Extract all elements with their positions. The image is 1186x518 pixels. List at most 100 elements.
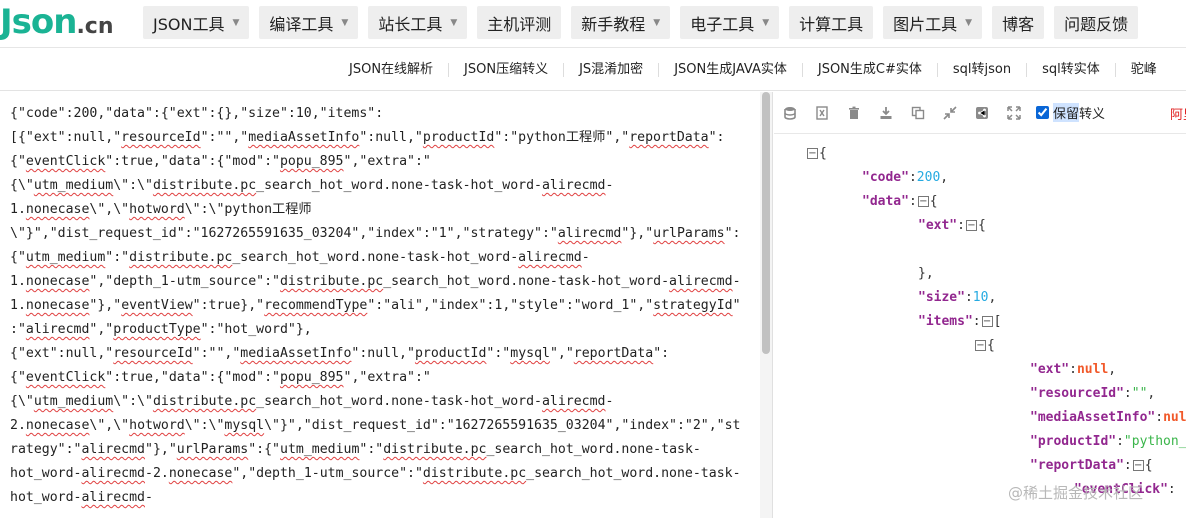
nav-item-7[interactable]: 图片工具 ▼	[883, 6, 983, 39]
tree-punct: :	[1069, 362, 1077, 377]
keep-escape-label-a: 保留	[1053, 103, 1080, 122]
tree-value: 10	[972, 290, 989, 305]
tree-row: "ext":null,	[1030, 360, 1116, 380]
collapse-toggle-icon[interactable]: −	[981, 316, 993, 327]
nav-item-label: 电子工具	[690, 14, 755, 34]
tree-value: "python_	[1123, 434, 1186, 449]
nav-item-3[interactable]: 主机评测	[477, 6, 562, 39]
sub-nav-link-1[interactable]: JSON压缩转义	[449, 63, 565, 77]
raw-json-editor[interactable]: {"code":200,"data":{"ext":{},"size":10,"…	[10, 102, 752, 510]
tree-row: −{	[806, 144, 827, 164]
tree-punct: :	[957, 218, 965, 233]
tree-key: "ext"	[1030, 362, 1070, 377]
tree-value: ""	[1131, 386, 1148, 401]
chevron-down-icon: ▼	[762, 17, 770, 28]
tree-punct: :	[1167, 482, 1176, 497]
nav-item-label: 问题反馈	[1064, 14, 1129, 34]
tree-row: "code":200,	[862, 168, 948, 188]
sub-nav-link-0[interactable]: JSON在线解析	[334, 63, 450, 77]
share-icon[interactable]	[966, 100, 998, 126]
nav-item-4[interactable]: 新手教程 ▼	[571, 6, 671, 39]
chevron-down-icon: ▼	[232, 17, 240, 28]
collapse-toggle-icon[interactable]: −	[807, 148, 818, 159]
nav-item-2[interactable]: 站长工具 ▼	[368, 6, 468, 39]
editor-scroll-thumb[interactable]	[762, 92, 770, 354]
tree-row: "productId":"python_	[1030, 432, 1186, 452]
tree-punct: {	[987, 338, 995, 353]
ad-link[interactable]: 阿里	[1170, 104, 1186, 123]
keep-escape-option[interactable]: 保留 转义	[1036, 103, 1105, 122]
tree-row: "ext": −{	[918, 216, 986, 236]
trash-icon[interactable]	[838, 100, 870, 126]
tree-punct: :	[908, 170, 917, 185]
tree-punct: ,	[1147, 386, 1156, 401]
nav-item-label: 主机评测	[487, 14, 552, 34]
keep-escape-checkbox[interactable]	[1036, 106, 1049, 119]
copy-icon[interactable]	[902, 100, 934, 126]
tree-row: "items": −[	[918, 312, 1001, 332]
sub-nav-link-2[interactable]: JS混淆加密	[564, 63, 660, 77]
raw-json-panel: {"code":200,"data":{"ext":{},"size":10,"…	[0, 92, 773, 518]
nav-item-6[interactable]: 计算工具	[789, 6, 874, 39]
top-nav: Json.cn JSON工具 ▼ 编译工具 ▼ 站长工具 ▼ 主机评测 新手教程 ▼ 电子工具 ▼ 计…	[0, 0, 1186, 48]
sub-nav-list: JSON在线解析 JSON压缩转义 JS混淆加密 JSON生成JAVA实体 JSON生成…	[334, 49, 1172, 91]
collapse-toggle-icon[interactable]: −	[1132, 460, 1144, 471]
tree-punct: :	[1155, 410, 1164, 425]
tree-key: "data"	[862, 194, 909, 209]
chevron-down-icon: ▼	[450, 17, 458, 28]
viewer-toolbar: 保留转义 阿里	[774, 92, 1186, 134]
nav-item-label: 编译工具	[269, 14, 334, 34]
tree-key: "productId"	[1030, 434, 1117, 449]
tree-key: "items"	[918, 314, 973, 329]
tree-key: "resourceId"	[1030, 386, 1124, 401]
tree-row: },	[918, 264, 934, 284]
json-tree-view: −{"code":200, "data": −{"ext": −{}, "size":1…	[774, 134, 1186, 518]
chevron-down-icon: ▼	[341, 17, 349, 28]
download-icon[interactable]	[870, 100, 902, 126]
formatted-json-panel: 保留转义 阿里 −{"code":200,"data":−{"ext":−{},…	[774, 92, 1186, 518]
tree-row: "reportData": −{	[1030, 456, 1153, 476]
sub-nav-link-5[interactable]: sql转json	[938, 63, 1028, 77]
nav-item-label: JSON工具	[153, 14, 225, 34]
nav-item-0[interactable]: JSON工具 ▼	[143, 6, 250, 39]
excel-icon[interactable]	[806, 100, 838, 126]
database-icon[interactable]	[774, 100, 806, 126]
sub-nav-link-7[interactable]: 驼峰	[1116, 63, 1172, 77]
keep-escape-label-b: 转义	[1079, 107, 1106, 122]
nav-item-label: 博客	[1002, 14, 1035, 34]
nav-item-8[interactable]: 博客	[992, 6, 1045, 39]
expand-icon[interactable]	[998, 100, 1030, 126]
watermark: @稀土掘金技术社区	[1008, 484, 1144, 502]
compress-icon[interactable]	[934, 100, 966, 126]
logo-suffix: .cn	[76, 14, 114, 39]
tree-punct: :	[908, 194, 917, 209]
main-menu: JSON工具 ▼ 编译工具 ▼ 站长工具 ▼ 主机评测 新手教程 ▼ 电子工具 ▼ 计算工具 图片工具 ▼…	[143, 6, 1139, 39]
chevron-down-icon: ▼	[653, 17, 661, 28]
tree-key: "size"	[918, 290, 965, 305]
sub-nav-link-4[interactable]: JSON生成C#实体	[803, 63, 938, 77]
tree-key: "mediaAssetInfo"	[1030, 410, 1156, 425]
tree-punct: :	[964, 290, 973, 305]
tree-row: −{	[974, 336, 995, 356]
sub-nav: JSON在线解析 JSON压缩转义 JS混淆加密 JSON生成JAVA实体 JSON生成…	[0, 49, 1186, 91]
tree-value: null	[1163, 410, 1186, 425]
sub-nav-link-3[interactable]: JSON生成JAVA实体	[659, 63, 803, 77]
site-logo[interactable]: Json.cn	[0, 2, 114, 42]
logo-text: Json	[0, 2, 77, 42]
tree-punct: {	[1144, 458, 1153, 473]
nav-item-1[interactable]: 编译工具 ▼	[259, 6, 359, 39]
tree-punct: {	[819, 146, 827, 161]
tree-punct: :	[1123, 386, 1132, 401]
nav-item-label: 新手教程	[581, 14, 646, 34]
tree-punct: ,	[940, 170, 949, 185]
tree-key: "ext"	[918, 218, 958, 233]
tree-value: 200	[916, 170, 941, 185]
nav-item-label: 站长工具	[378, 14, 443, 34]
collapse-toggle-icon[interactable]: −	[975, 340, 986, 351]
collapse-toggle-icon[interactable]: −	[965, 220, 977, 231]
chevron-down-icon: ▼	[965, 17, 973, 28]
nav-item-9[interactable]: 问题反馈	[1054, 6, 1139, 39]
sub-nav-link-6[interactable]: sql转实体	[1027, 63, 1116, 77]
collapse-toggle-icon[interactable]: −	[917, 196, 929, 207]
nav-item-5[interactable]: 电子工具 ▼	[680, 6, 780, 39]
